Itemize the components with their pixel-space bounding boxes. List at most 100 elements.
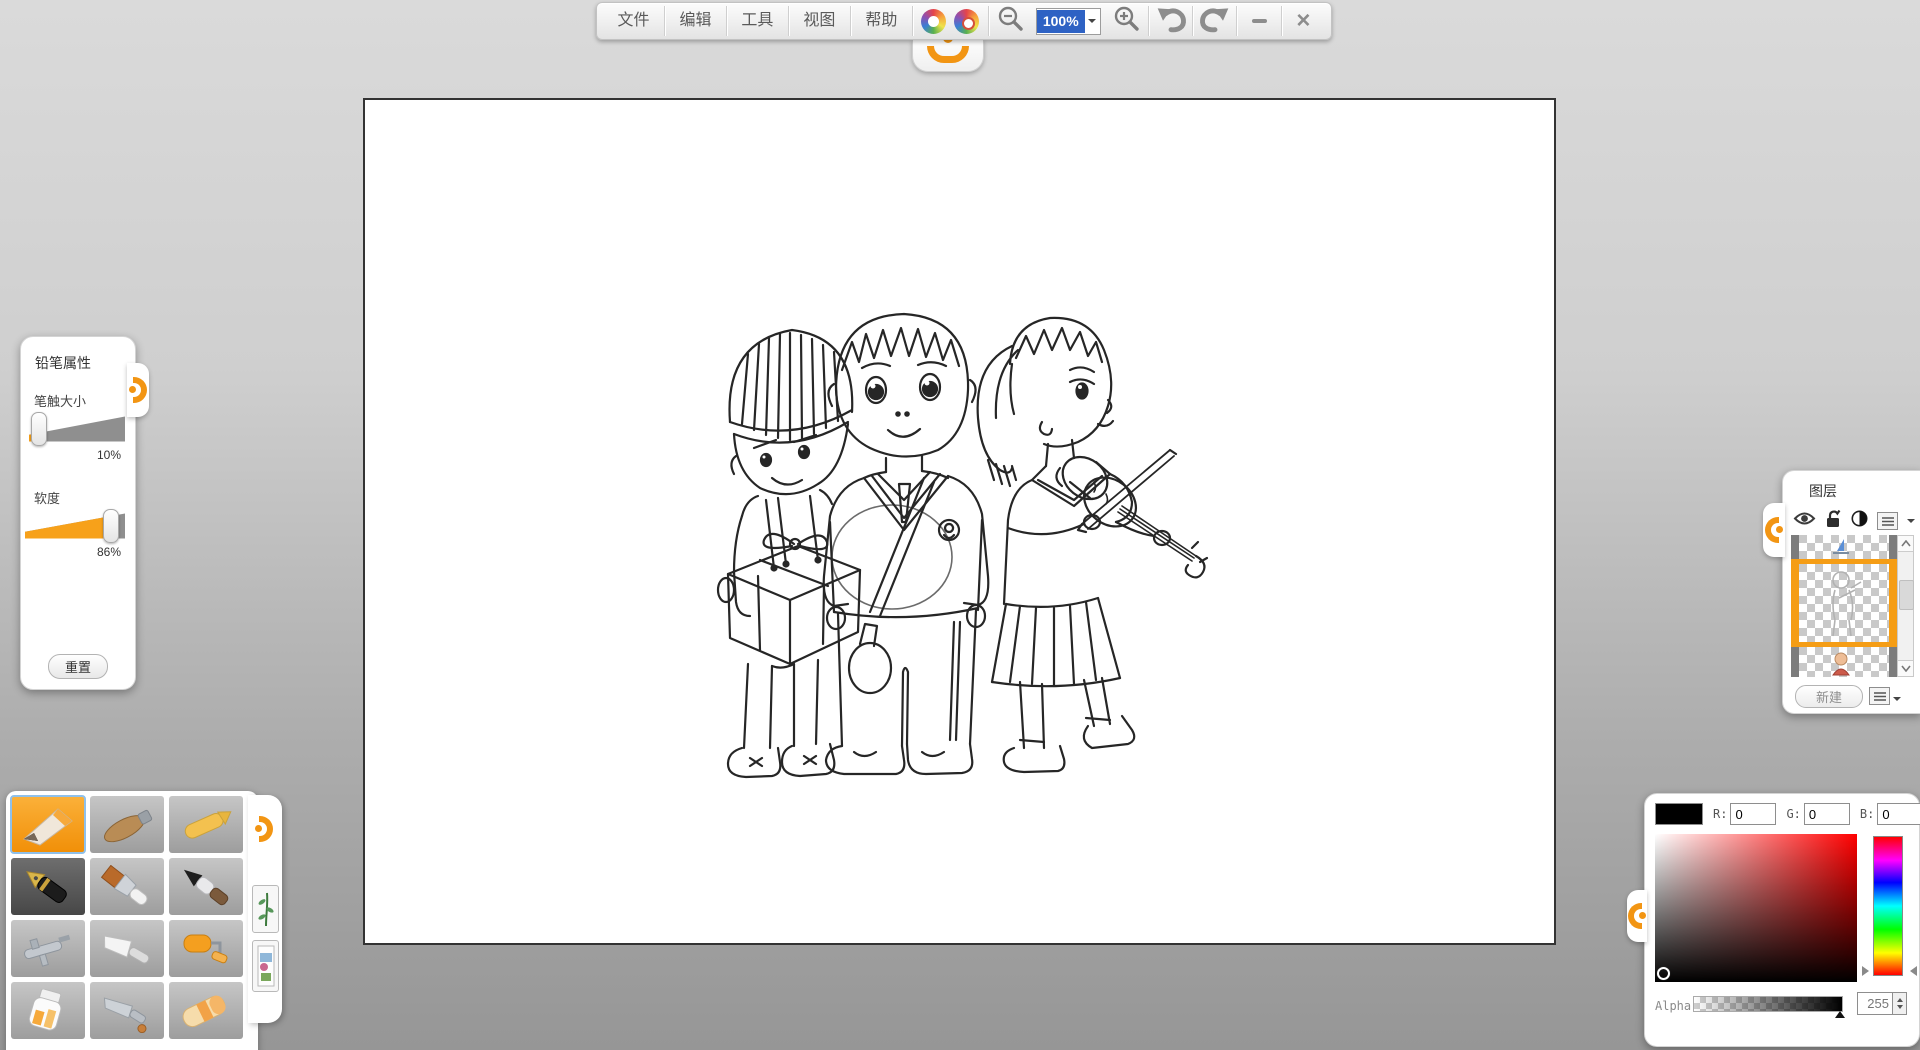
tool-palette-strip bbox=[248, 795, 282, 1023]
layers-panel-toolbar bbox=[1793, 509, 1915, 533]
spin-up-icon[interactable] bbox=[1897, 995, 1903, 1002]
menu-edit[interactable]: 编辑 bbox=[665, 3, 726, 39]
tool-palette-collapse-handle[interactable] bbox=[250, 803, 278, 855]
scroll-down-icon[interactable] bbox=[1898, 660, 1913, 676]
brush-size-handle[interactable] bbox=[31, 412, 47, 446]
spin-down-icon[interactable] bbox=[1897, 1005, 1903, 1012]
layer-item-top[interactable] bbox=[1791, 535, 1897, 559]
softness-label: 软度 bbox=[34, 488, 135, 507]
softness-fill bbox=[25, 513, 111, 539]
scrollbar-thumb[interactable] bbox=[1899, 580, 1914, 610]
layer-lock-icon[interactable] bbox=[1825, 509, 1842, 533]
canvas-artwork bbox=[702, 272, 1322, 832]
current-color-swatch bbox=[1655, 803, 1703, 825]
pencil-panel-collapse-handle[interactable] bbox=[127, 363, 149, 417]
color-panel-collapse-handle[interactable] bbox=[1627, 890, 1647, 942]
rgb-row: R: G: B: bbox=[1655, 803, 1920, 825]
tool-paint-roller[interactable] bbox=[169, 920, 243, 977]
drawing-canvas[interactable] bbox=[363, 98, 1556, 945]
menu-tools[interactable]: 工具 bbox=[727, 3, 788, 39]
zoom-level-value: 100% bbox=[1037, 10, 1085, 33]
layer-thumbnail bbox=[1791, 647, 1897, 677]
minimize-button[interactable] bbox=[1237, 3, 1280, 39]
alpha-label: Alpha bbox=[1655, 999, 1691, 1013]
layer-menu-caret-icon[interactable] bbox=[1907, 519, 1915, 527]
layer-thumbnail bbox=[1791, 535, 1897, 559]
menu-help[interactable]: 帮助 bbox=[851, 3, 912, 39]
hue-marker-left-icon[interactable] bbox=[1862, 966, 1874, 976]
tool-palette-knife[interactable] bbox=[90, 920, 164, 977]
zoom-dropdown-caret-icon[interactable] bbox=[1085, 15, 1100, 27]
zoom-in-button[interactable] bbox=[1105, 3, 1148, 39]
tool-eraser[interactable] bbox=[169, 982, 243, 1039]
layer-item-bottom[interactable] bbox=[1791, 647, 1897, 677]
tool-ink-brush[interactable] bbox=[169, 858, 243, 915]
tool-paint-bottle[interactable] bbox=[11, 982, 85, 1039]
pencil-panel-title: 铅笔属性 bbox=[35, 353, 135, 373]
alpha-value-field[interactable] bbox=[1857, 992, 1893, 1015]
hue-slider[interactable] bbox=[1873, 836, 1903, 976]
layers-bottom-menu-icon[interactable] bbox=[1869, 687, 1890, 705]
softness-handle[interactable] bbox=[103, 509, 119, 543]
brush-size-slider[interactable] bbox=[29, 416, 125, 442]
tool-fountain-pen[interactable] bbox=[11, 858, 85, 915]
blue-field[interactable] bbox=[1877, 803, 1920, 825]
scroll-up-icon[interactable] bbox=[1898, 536, 1913, 552]
layer-item-selected[interactable] bbox=[1791, 559, 1897, 647]
new-layer-button[interactable]: 新建 bbox=[1795, 685, 1863, 708]
plant-texture-brush-button[interactable] bbox=[252, 885, 279, 933]
panel-handle-icon bbox=[1765, 513, 1783, 547]
mascot-face-tab[interactable] bbox=[912, 39, 984, 72]
layers-panel-title: 图层 bbox=[1809, 481, 1920, 501]
tool-crayon[interactable] bbox=[169, 796, 243, 853]
close-button[interactable]: × bbox=[1282, 3, 1325, 39]
layer-visibility-eye-icon[interactable] bbox=[1793, 511, 1816, 531]
alpha-slider[interactable] bbox=[1693, 996, 1843, 1012]
zoom-out-button[interactable] bbox=[989, 3, 1032, 39]
undo-button[interactable] bbox=[1149, 3, 1192, 39]
minimize-icon bbox=[1252, 19, 1267, 23]
alpha-spinner-arrows[interactable] bbox=[1893, 992, 1907, 1015]
tool-charcoal-pencil[interactable] bbox=[90, 796, 164, 853]
zoom-out-icon bbox=[996, 5, 1024, 38]
zoom-in-icon bbox=[1112, 5, 1140, 38]
pencil-properties-panel: 铅笔属性 笔触大小 10% 软度 86% 重置 bbox=[20, 336, 136, 690]
layer-menu-icon[interactable] bbox=[1877, 512, 1898, 530]
tool-carving-knife[interactable] bbox=[90, 982, 164, 1039]
redo-button[interactable] bbox=[1193, 3, 1236, 39]
mascot-eyes bbox=[913, 3, 988, 39]
green-field[interactable] bbox=[1804, 803, 1850, 825]
color-picker-panel: R: G: B: Alpha bbox=[1644, 793, 1920, 1047]
alpha-spinner bbox=[1857, 992, 1907, 1015]
reset-button[interactable]: 重置 bbox=[48, 654, 108, 679]
panel-handle-icon bbox=[1628, 899, 1646, 933]
undo-icon bbox=[1155, 5, 1187, 38]
layers-bottom-caret-icon[interactable] bbox=[1893, 697, 1901, 705]
mascot-left-eye-icon bbox=[921, 9, 946, 34]
panel-handle-icon bbox=[129, 373, 147, 407]
tool-airbrush[interactable] bbox=[11, 920, 85, 977]
layers-panel-collapse-handle[interactable] bbox=[1763, 503, 1785, 557]
brush-size-label: 笔触大小 bbox=[34, 391, 135, 410]
red-field[interactable] bbox=[1730, 803, 1776, 825]
menu-file[interactable]: 文件 bbox=[603, 3, 664, 39]
redo-icon bbox=[1199, 5, 1231, 38]
picture-stamp-brush-button[interactable] bbox=[252, 940, 279, 992]
layer-blend-contrast-icon[interactable] bbox=[1851, 510, 1868, 532]
softness-value: 86% bbox=[21, 545, 121, 559]
tool-flat-brush[interactable] bbox=[90, 858, 164, 915]
layer-thumbnail bbox=[1791, 564, 1897, 642]
green-label: G: bbox=[1786, 807, 1800, 821]
menu-view[interactable]: 视图 bbox=[789, 3, 850, 39]
red-label: R: bbox=[1713, 807, 1727, 821]
layer-list-scrollbar[interactable] bbox=[1897, 535, 1914, 677]
brush-size-value: 10% bbox=[21, 448, 121, 462]
zoom-level-select[interactable]: 100% bbox=[1036, 8, 1101, 35]
hue-marker-right-icon[interactable] bbox=[1905, 966, 1917, 976]
brush-tool-palette bbox=[6, 791, 258, 1050]
close-icon: × bbox=[1296, 9, 1310, 33]
tool-pencil[interactable] bbox=[11, 796, 85, 853]
saturation-value-picker[interactable] bbox=[1655, 834, 1857, 982]
softness-slider[interactable] bbox=[25, 513, 125, 539]
mascot-smile-icon bbox=[927, 46, 969, 63]
